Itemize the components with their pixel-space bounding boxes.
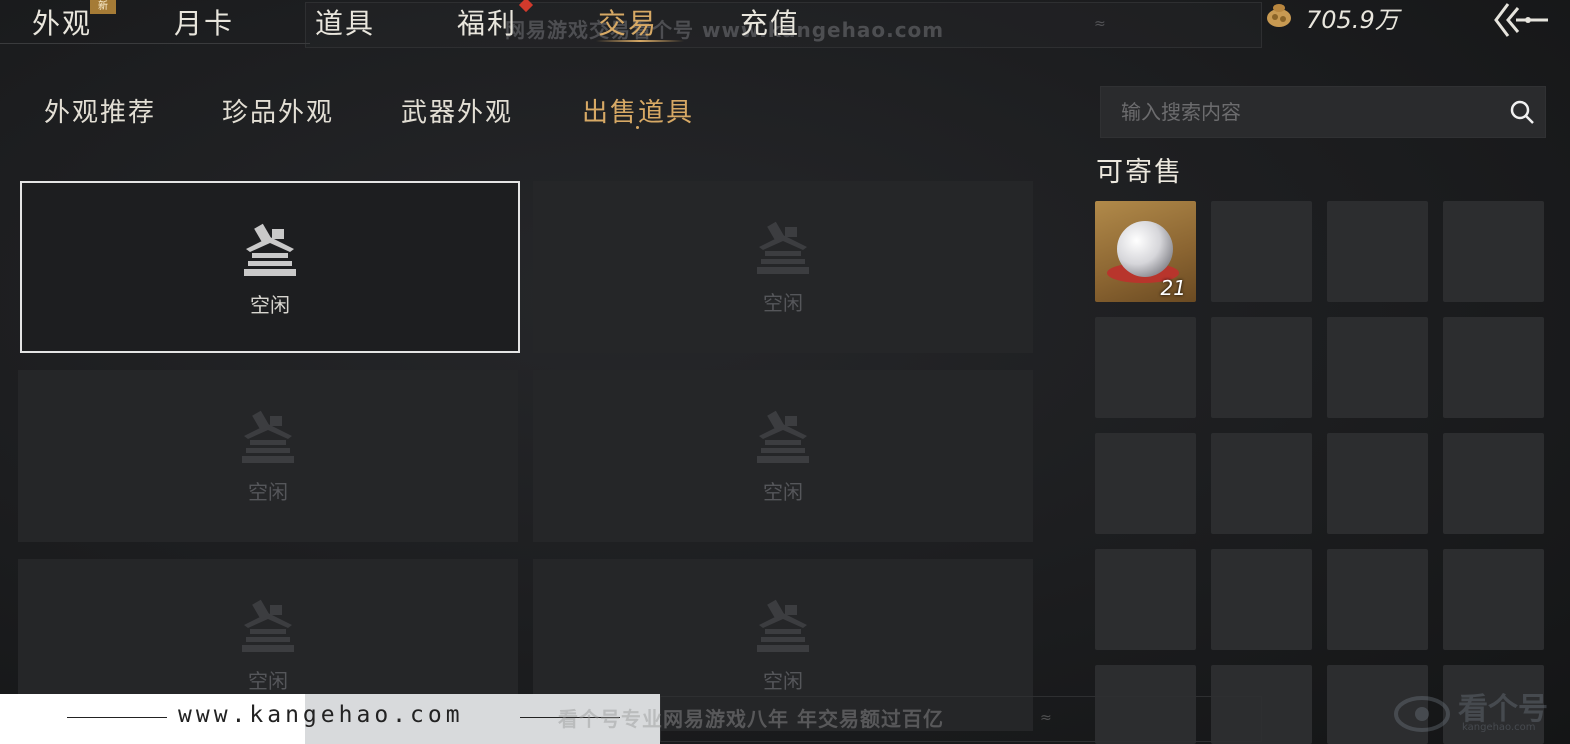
inventory-slot[interactable]	[1211, 201, 1312, 302]
watermark-url: www.kangehao.com	[178, 702, 464, 728]
inventory-slot[interactable]	[1327, 549, 1428, 650]
slot-status-label: 空闲	[250, 293, 290, 317]
divider	[0, 43, 310, 44]
inventory-slot[interactable]	[1211, 317, 1312, 418]
nav-item-props[interactable]: 道具	[315, 2, 375, 42]
top-navigation: 网易游戏交易看个号 www.kangehao.com ≈ 外观 新 月卡 道具 …	[0, 0, 1570, 48]
coin-pouch-icon	[1267, 4, 1291, 27]
inventory-slot[interactable]	[1095, 317, 1196, 418]
nav-item-trade[interactable]: 交易	[598, 2, 658, 42]
back-button[interactable]	[1490, 0, 1550, 40]
subtab-sell-props[interactable]: 出售道具	[582, 92, 694, 129]
inventory-slot[interactable]	[1327, 201, 1428, 302]
active-subtab-dot	[636, 126, 639, 129]
currency-amount: 705.9万	[1306, 6, 1399, 34]
watermark-slogan: 看个号专业网易游戏八年 年交易额过百亿	[558, 707, 944, 731]
nav-item-appearance[interactable]: 外观	[32, 2, 92, 42]
inventory-slot[interactable]	[1443, 317, 1544, 418]
nav-item-welfare[interactable]: 福利	[457, 2, 517, 42]
nav-item-recharge[interactable]: 充值	[740, 2, 800, 42]
sellable-title: 可寄售	[1096, 157, 1183, 188]
pavilion-icon	[244, 223, 296, 276]
inventory-slot[interactable]	[1327, 433, 1428, 534]
divider	[67, 717, 167, 718]
pavilion-icon	[242, 410, 294, 463]
inventory-slot[interactable]	[1327, 317, 1428, 418]
watermark-top-text: 网易游戏交易看个号 www.kangehao.com	[505, 18, 945, 42]
watermark-corner-sub: kangehao.com	[1462, 722, 1536, 733]
new-badge: 新	[90, 0, 116, 14]
pavilion-icon	[757, 410, 809, 463]
item-count: 21	[1160, 276, 1186, 300]
sale-slot[interactable]: 空闲	[533, 370, 1033, 542]
sale-slot[interactable]: 空闲	[20, 181, 520, 353]
sale-slot[interactable]: 空闲	[533, 181, 1033, 353]
slot-status-label: 空闲	[763, 480, 803, 504]
slot-status-label: 空闲	[763, 291, 803, 315]
subtab-recommended[interactable]: 外观推荐	[44, 92, 156, 129]
slot-status-label: 空闲	[248, 669, 288, 693]
scrolled-section-header	[14, 136, 194, 154]
nav-item-monthly-card[interactable]: 月卡	[174, 2, 234, 42]
watermark-logo-icon	[1394, 696, 1450, 732]
ornament-icon: ≈	[1094, 16, 1106, 32]
slot-status-label: 空闲	[763, 669, 803, 693]
pavilion-icon	[242, 599, 294, 652]
subtab-weapon-appearance[interactable]: 武器外观	[401, 92, 513, 129]
pavilion-icon	[757, 599, 809, 652]
sale-slot[interactable]: 空闲	[18, 370, 518, 542]
search-box	[1100, 86, 1546, 138]
inventory-slot[interactable]	[1211, 549, 1312, 650]
slot-status-label: 空闲	[248, 480, 288, 504]
ornament-icon: ≈	[1040, 710, 1052, 726]
inventory-slot[interactable]	[1443, 549, 1544, 650]
inventory-slot[interactable]	[1443, 433, 1544, 534]
pavilion-icon	[757, 221, 809, 274]
inventory-slot[interactable]	[1095, 549, 1196, 650]
search-icon[interactable]	[1509, 99, 1535, 125]
inventory-slot[interactable]	[1443, 201, 1544, 302]
subtab-rare-appearance[interactable]: 珍品外观	[222, 92, 334, 129]
inventory-slot[interactable]	[1211, 433, 1312, 534]
inventory-item-pearl[interactable]: 21	[1095, 201, 1196, 302]
inventory-slot[interactable]	[1095, 433, 1196, 534]
active-tab-underline	[596, 40, 684, 42]
search-input[interactable]	[1101, 87, 1511, 137]
